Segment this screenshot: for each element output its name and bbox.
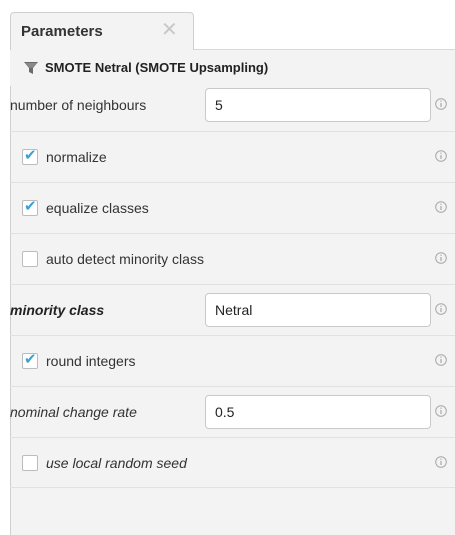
tab-parameters[interactable]: Parameters ✕ [10,12,194,50]
check-icon: ✔ [24,351,37,368]
funnel-icon [24,62,38,74]
parameter-list: number of neighbours ✔ normalize ✔ [10,80,455,488]
param-label: use local random seed [46,455,187,471]
param-label: minority class [10,302,105,318]
use-local-random-seed-checkbox[interactable] [22,455,38,471]
tab-strip: Parameters ✕ [0,0,455,50]
equalize-classes-checkbox[interactable]: ✔ [22,198,38,216]
close-icon[interactable]: ✕ [161,18,178,42]
param-label: auto detect minority class [46,251,204,267]
param-row-use-local-random-seed: use local random seed [10,437,455,488]
param-row-minority-class: minority class [10,284,455,335]
number-of-neighbours-input[interactable] [205,88,431,122]
info-icon[interactable] [435,302,447,316]
round-integers-checkbox[interactable]: ✔ [22,351,38,369]
param-row-number-of-neighbours: number of neighbours [10,80,455,131]
info-icon[interactable] [435,404,447,418]
info-icon[interactable] [435,149,447,163]
minority-class-input[interactable] [205,293,431,327]
info-icon[interactable] [435,455,447,469]
param-label: round integers [46,353,136,369]
param-label: equalize classes [46,200,149,216]
operator-title: SMOTE Netral (SMOTE Upsampling) [45,60,269,75]
info-icon[interactable] [435,97,447,111]
param-row-round-integers: ✔ round integers [10,335,455,386]
param-row-nominal-change-rate: nominal change rate [10,386,455,437]
param-row-auto-detect-minority-class: auto detect minority class [10,233,455,284]
param-label: normalize [46,149,107,165]
info-icon[interactable] [435,251,447,265]
auto-detect-minority-class-checkbox[interactable] [22,251,38,267]
parameters-panel: Parameters ✕ SMOTE Netral (SMOTE Upsampl… [0,0,455,535]
check-icon: ✔ [24,147,37,164]
info-icon[interactable] [435,200,447,214]
tab-label: Parameters [21,23,103,40]
param-label: nominal change rate [10,404,137,420]
param-label: number of neighbours [10,97,147,113]
normalize-checkbox[interactable]: ✔ [22,147,38,165]
info-icon[interactable] [435,353,447,367]
check-icon: ✔ [24,198,37,215]
param-row-normalize: ✔ normalize [10,131,455,182]
param-row-equalize-classes: ✔ equalize classes [10,182,455,233]
nominal-change-rate-input[interactable] [205,395,431,429]
